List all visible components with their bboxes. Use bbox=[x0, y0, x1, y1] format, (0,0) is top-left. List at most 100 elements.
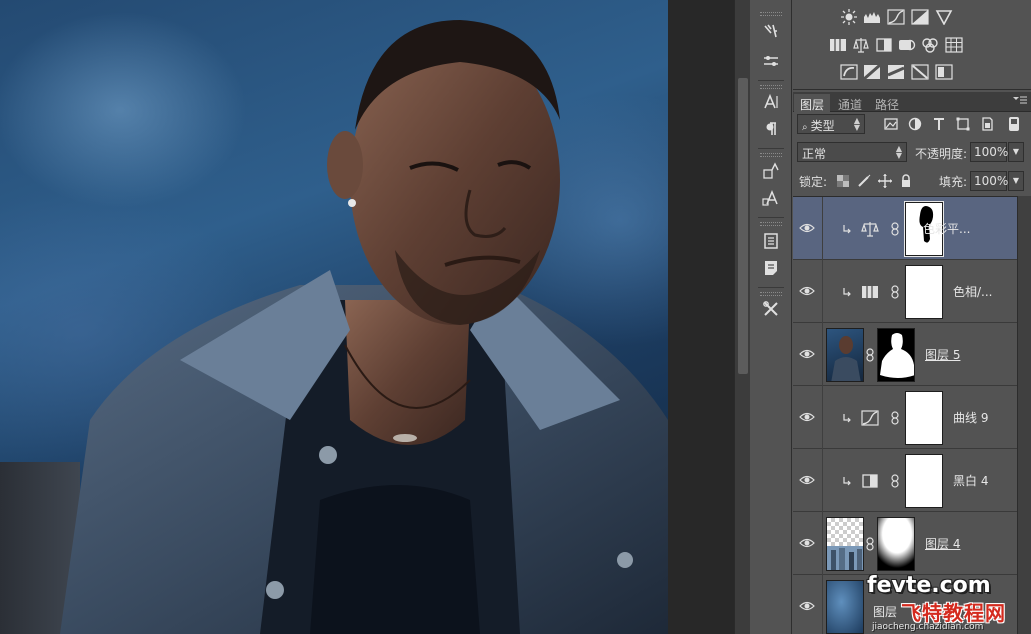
clipping-arrow-icon bbox=[843, 414, 851, 423]
photo-filter-icon[interactable] bbox=[898, 37, 916, 53]
document-canvas[interactable] bbox=[0, 0, 734, 634]
layer-mask-thumbnail[interactable] bbox=[905, 454, 943, 508]
adjustments-panel bbox=[793, 0, 1031, 90]
strip-grip-3[interactable] bbox=[760, 153, 782, 157]
layers-panel: 图层 通道 路径 ⌕ 类型 ▲ ▼ 正常 ▲ ▼ 不透明度: 100% ▼ 锁定: bbox=[793, 92, 1031, 634]
brush-settings-icon[interactable] bbox=[759, 50, 783, 72]
layer-row[interactable]: 色相/... bbox=[793, 260, 1017, 323]
blend-mode-select[interactable]: 正常 ▲ ▼ bbox=[797, 142, 907, 162]
strip-grip[interactable] bbox=[760, 12, 782, 16]
curves-icon[interactable] bbox=[887, 9, 905, 25]
threshold-icon[interactable] bbox=[887, 64, 905, 80]
link-chain-icon[interactable] bbox=[866, 537, 874, 551]
link-chain-icon[interactable] bbox=[891, 474, 899, 488]
lock-pixels-icon[interactable] bbox=[857, 174, 871, 188]
layer-row[interactable]: 色彩平... bbox=[793, 197, 1017, 260]
visibility-eye-icon[interactable] bbox=[799, 410, 815, 424]
tool-settings-icon[interactable] bbox=[759, 298, 783, 320]
layer-thumbnail[interactable] bbox=[826, 517, 864, 571]
filter-pixel-icon[interactable] bbox=[883, 116, 899, 132]
selective-color-icon[interactable] bbox=[935, 64, 953, 80]
info-panel-icon[interactable] bbox=[759, 230, 783, 252]
select-arrows-icon: ▲ ▼ bbox=[853, 116, 860, 132]
fill-dropdown-button[interactable]: ▼ bbox=[1008, 171, 1024, 191]
layer-mask-thumbnail[interactable] bbox=[905, 391, 943, 445]
visibility-eye-icon[interactable] bbox=[799, 536, 815, 550]
notes-panel-icon[interactable] bbox=[759, 257, 783, 279]
invert-icon[interactable] bbox=[840, 64, 858, 80]
layer-mask-thumbnail[interactable] bbox=[905, 265, 943, 319]
tab-paths[interactable]: 路径 bbox=[869, 94, 905, 112]
levels-icon[interactable] bbox=[863, 9, 881, 25]
visibility-eye-icon[interactable] bbox=[799, 221, 815, 235]
fill-label: 填充: bbox=[939, 175, 968, 189]
layer-thumbnail[interactable] bbox=[826, 328, 864, 382]
layer-row[interactable]: 图层 5 bbox=[793, 323, 1017, 386]
tool-presets-icon[interactable] bbox=[759, 21, 783, 43]
character-styles-icon[interactable] bbox=[759, 160, 783, 182]
filter-toggle-icon[interactable] bbox=[1006, 116, 1019, 132]
layer-row[interactable]: 曲线 9 bbox=[793, 386, 1017, 449]
gradient-map-icon[interactable] bbox=[911, 64, 929, 80]
paragraph-styles-icon[interactable] bbox=[759, 187, 783, 209]
layer-name[interactable]: 图层 4 bbox=[925, 535, 960, 552]
hue-saturation-icon[interactable] bbox=[829, 37, 847, 53]
visibility-eye-icon[interactable] bbox=[799, 347, 815, 361]
visibility-eye-icon[interactable] bbox=[799, 473, 815, 487]
layer-list[interactable]: 色彩平... 色相/... 图层 5 曲线 9 黑白 4 图层 4 图层 bbox=[793, 196, 1017, 634]
layer-mask-thumbnail[interactable] bbox=[877, 328, 915, 382]
link-chain-icon[interactable] bbox=[866, 348, 874, 362]
opacity-input[interactable]: 100% bbox=[970, 142, 1009, 162]
clipping-arrow-icon bbox=[843, 288, 851, 297]
watermark-logo: fevte.com bbox=[867, 573, 991, 598]
canvas-vertical-scrollbar[interactable] bbox=[734, 0, 750, 634]
blend-mode-value: 正常 bbox=[802, 147, 827, 161]
filter-smart-object-icon[interactable] bbox=[979, 116, 995, 132]
tab-layers[interactable]: 图层 bbox=[794, 94, 831, 112]
panel-menu-icon[interactable] bbox=[1013, 96, 1027, 106]
tab-channels[interactable]: 通道 bbox=[832, 94, 868, 112]
layer-thumbnail[interactable] bbox=[826, 580, 864, 634]
vibrance-icon[interactable] bbox=[935, 9, 953, 26]
filter-kind-select[interactable]: ⌕ 类型 ▲ ▼ bbox=[797, 114, 865, 134]
layer-list-scrollbar[interactable] bbox=[1017, 196, 1031, 634]
opacity-dropdown-button[interactable]: ▼ bbox=[1008, 142, 1024, 162]
layer-name[interactable]: 曲线 9 bbox=[953, 409, 988, 426]
paragraph-panel-icon[interactable] bbox=[759, 118, 783, 140]
opacity-value: 100% bbox=[974, 145, 1009, 159]
posterize-icon[interactable] bbox=[863, 63, 881, 81]
link-chain-icon[interactable] bbox=[891, 411, 899, 425]
brightness-contrast-icon[interactable] bbox=[840, 9, 858, 25]
filter-adjustment-icon[interactable] bbox=[907, 116, 923, 132]
channel-mixer-icon[interactable] bbox=[921, 37, 939, 53]
filter-shape-icon[interactable] bbox=[955, 116, 971, 132]
link-chain-icon[interactable] bbox=[891, 222, 899, 236]
visibility-eye-icon[interactable] bbox=[799, 284, 815, 298]
visibility-eye-icon[interactable] bbox=[799, 599, 815, 613]
lock-position-icon[interactable] bbox=[878, 174, 892, 188]
link-chain-icon[interactable] bbox=[891, 285, 899, 299]
man-portrait-image bbox=[60, 20, 668, 634]
exposure-icon[interactable] bbox=[911, 9, 929, 25]
color-lookup-icon[interactable] bbox=[945, 37, 963, 53]
color-balance-icon[interactable] bbox=[852, 37, 870, 53]
layer-mask-thumbnail[interactable] bbox=[877, 517, 915, 571]
layer-name[interactable]: 色彩平... bbox=[923, 220, 970, 237]
layer-row[interactable]: 图层 4 bbox=[793, 512, 1017, 575]
layer-name[interactable]: 色相/... bbox=[953, 283, 993, 300]
filter-type-icon[interactable] bbox=[931, 116, 947, 132]
layer-row[interactable]: 黑白 4 bbox=[793, 449, 1017, 512]
canvas-scroll-thumb[interactable] bbox=[738, 78, 748, 374]
strip-grip-5[interactable] bbox=[760, 292, 782, 296]
layer-name[interactable]: 黑白 4 bbox=[953, 472, 988, 489]
opacity-label: 不透明度: bbox=[915, 147, 968, 161]
lock-all-icon[interactable] bbox=[899, 174, 913, 188]
fill-input[interactable]: 100% bbox=[970, 171, 1009, 191]
character-panel-icon[interactable] bbox=[759, 91, 783, 113]
lock-transparent-icon[interactable] bbox=[836, 174, 850, 188]
black-white-icon[interactable] bbox=[875, 37, 893, 53]
fill-value: 100% bbox=[974, 174, 1009, 188]
layer-name[interactable]: 图层 5 bbox=[925, 346, 960, 363]
strip-grip-2[interactable] bbox=[760, 85, 782, 89]
strip-grip-4[interactable] bbox=[760, 222, 782, 226]
